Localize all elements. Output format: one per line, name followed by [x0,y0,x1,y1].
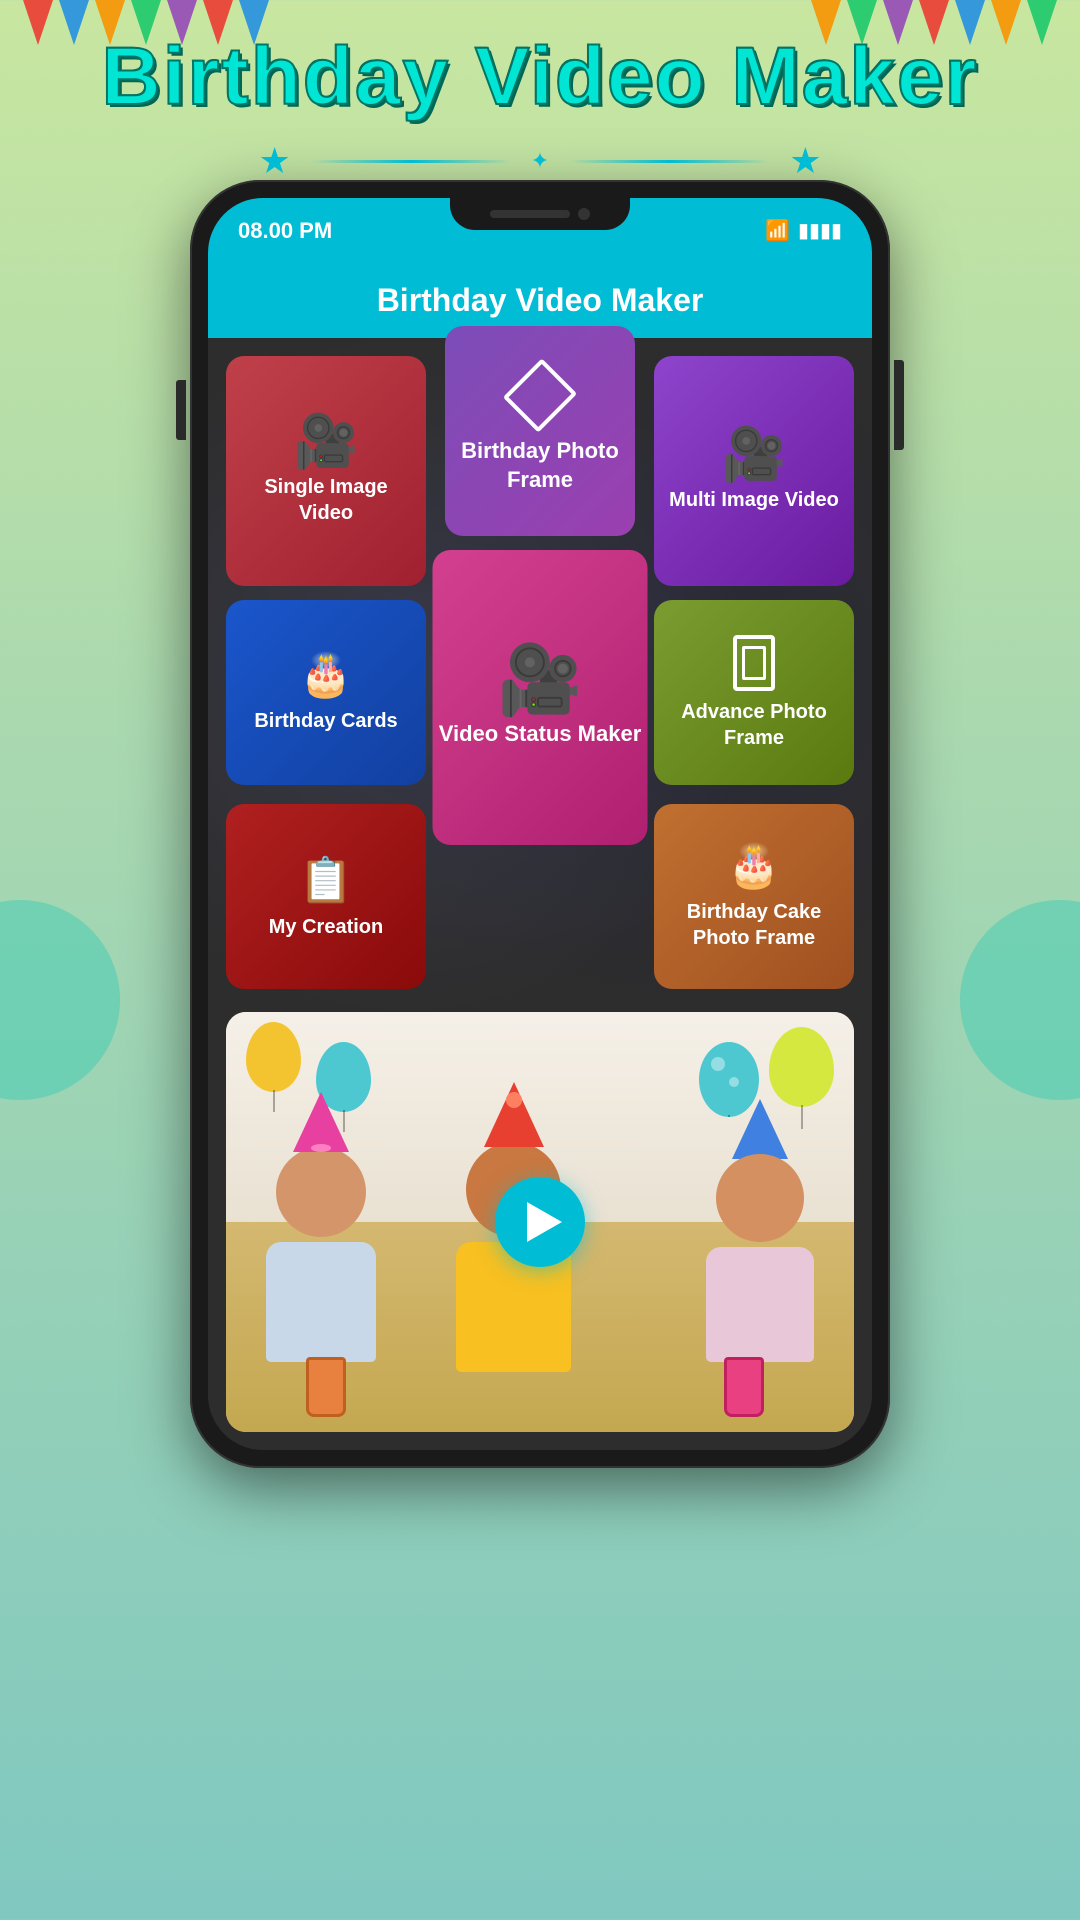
diamond-frame-icon [503,358,577,432]
camera-icon-single: 🎥 [294,416,359,468]
grid-row-2: 🎂 Birthday Cards 🎥 Video Status Maker [226,600,854,790]
star-line-right [569,160,769,163]
advance-photo-frame-button[interactable]: Advance Photo Frame [654,600,854,785]
phone-inner: 08.00 PM 📶 ▮▮▮▮ Birthday Video Maker [208,198,872,1450]
video-preview[interactable] [226,1012,854,1432]
star-small: ✦ [531,148,549,174]
notch-dot [578,208,590,220]
video-status-maker-button[interactable]: 🎥 Video Status Maker [433,550,648,845]
app-content: 🎥 Single Image Video Birthday Photo Fram… [208,338,872,1012]
single-image-video-label: Single Image Video [226,474,426,526]
balloons-right [769,1027,834,1107]
star-line-left [311,160,511,163]
child-right [706,1099,814,1362]
battery-icon: ▮▮▮▮ [798,218,842,243]
child-left [266,1092,376,1362]
bg-circle-left [0,900,120,1100]
birthday-photo-frame-button[interactable]: Birthday Photo Frame [445,326,635,536]
phone-side-right [894,360,904,450]
status-bar: 08.00 PM 📶 ▮▮▮▮ [208,198,872,263]
phone-container: 08.00 PM 📶 ▮▮▮▮ Birthday Video Maker [190,180,890,1468]
multi-image-video-label: Multi Image Video [659,487,849,513]
document-icon: 📋 [299,854,354,906]
star-right: ★ [789,140,821,182]
play-triangle-icon [527,1202,562,1242]
video-status-wrapper: 🎥 Video Status Maker [438,600,642,790]
video-section [208,1012,872,1450]
bg-circle-right [960,900,1080,1100]
play-button[interactable] [495,1177,585,1267]
cup-left [306,1357,346,1417]
camera-icon-video-status: 🎥 [498,646,583,714]
balloons-left [246,1022,301,1092]
multi-image-video-button[interactable]: 🎥 Multi Image Video [654,356,854,586]
status-time: 08.00 PM [238,218,332,244]
star-left: ★ [259,140,291,182]
my-creation-label: My Creation [259,914,393,940]
advance-photo-frame-label: Advance Photo Frame [654,699,854,751]
frame-icon-inner [742,646,766,680]
app-header-title: Birthday Video Maker [377,282,704,319]
birthday-card-icon: 🎂 [300,651,352,700]
stars-decoration: ★ ✦ ★ [0,140,1080,182]
single-image-video-button[interactable]: 🎥 Single Image Video [226,356,426,586]
main-title-container: Birthday Video Maker [0,30,1080,124]
notch-bar [490,210,570,218]
phone-frame: 08.00 PM 📶 ▮▮▮▮ Birthday Video Maker [190,180,890,1468]
birthday-photo-frame-label: Birthday Photo Frame [445,437,635,494]
cake-icon: 🎂 [728,842,780,891]
notch [450,198,630,230]
cup-right [724,1357,764,1417]
frame-icon-advance [733,635,775,691]
wifi-icon: 📶 [765,218,790,243]
status-icons: 📶 ▮▮▮▮ [765,218,842,243]
birthday-cards-button[interactable]: 🎂 Birthday Cards [226,600,426,785]
camera-icon-multi: 🎥 [722,429,787,481]
phone-side-left [176,380,186,440]
my-creation-button[interactable]: 📋 My Creation [226,804,426,989]
main-title-text: Birthday Video Maker [102,31,979,122]
video-status-maker-label: Video Status Maker [439,720,642,749]
birthday-cards-label: Birthday Cards [244,708,407,734]
birthday-cake-photo-frame-label: Birthday Cake Photo Frame [654,899,854,951]
birthday-cake-photo-frame-button[interactable]: 🎂 Birthday Cake Photo Frame [654,804,854,989]
